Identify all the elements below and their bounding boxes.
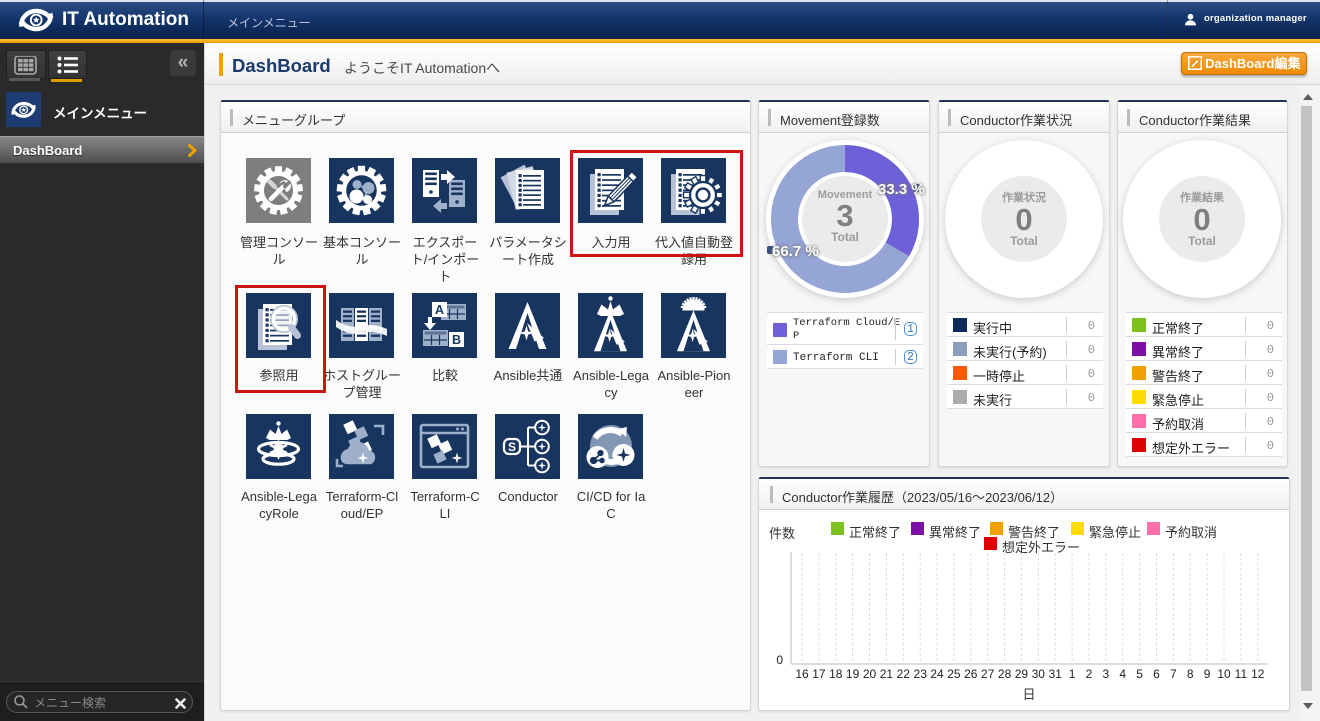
svg-text:21: 21 (880, 667, 894, 681)
svg-text:3: 3 (1102, 667, 1109, 681)
svg-text:4: 4 (1119, 667, 1126, 681)
svg-text:28: 28 (998, 667, 1012, 681)
svg-text:7: 7 (1170, 667, 1177, 681)
svg-text:23: 23 (914, 667, 928, 681)
svg-text:2: 2 (1086, 667, 1093, 681)
svg-text:22: 22 (897, 667, 911, 681)
svg-text:S: S (508, 440, 516, 454)
svg-text:19: 19 (846, 667, 860, 681)
svg-text:16: 16 (795, 667, 809, 681)
svg-text:日: 日 (1022, 687, 1035, 702)
svg-text:20: 20 (863, 667, 877, 681)
svg-text:27: 27 (981, 667, 995, 681)
svg-text:0: 0 (776, 653, 783, 667)
svg-text:6: 6 (1153, 667, 1160, 681)
svg-text:18: 18 (829, 667, 843, 681)
svg-text:8: 8 (1187, 667, 1194, 681)
svg-text:17: 17 (812, 667, 826, 681)
svg-text:10: 10 (1217, 667, 1231, 681)
svg-text:26: 26 (964, 667, 978, 681)
svg-text:9: 9 (1204, 667, 1211, 681)
svg-text:24: 24 (930, 667, 944, 681)
svg-text:12: 12 (1251, 667, 1265, 681)
svg-text:A: A (435, 303, 444, 317)
svg-text:30: 30 (1032, 667, 1046, 681)
svg-text:31: 31 (1049, 667, 1063, 681)
svg-text:1: 1 (1069, 667, 1076, 681)
svg-text:29: 29 (1015, 667, 1029, 681)
svg-text:5: 5 (1136, 667, 1143, 681)
svg-text:11: 11 (1235, 667, 1248, 681)
svg-text:25: 25 (947, 667, 961, 681)
svg-text:B: B (452, 333, 461, 347)
